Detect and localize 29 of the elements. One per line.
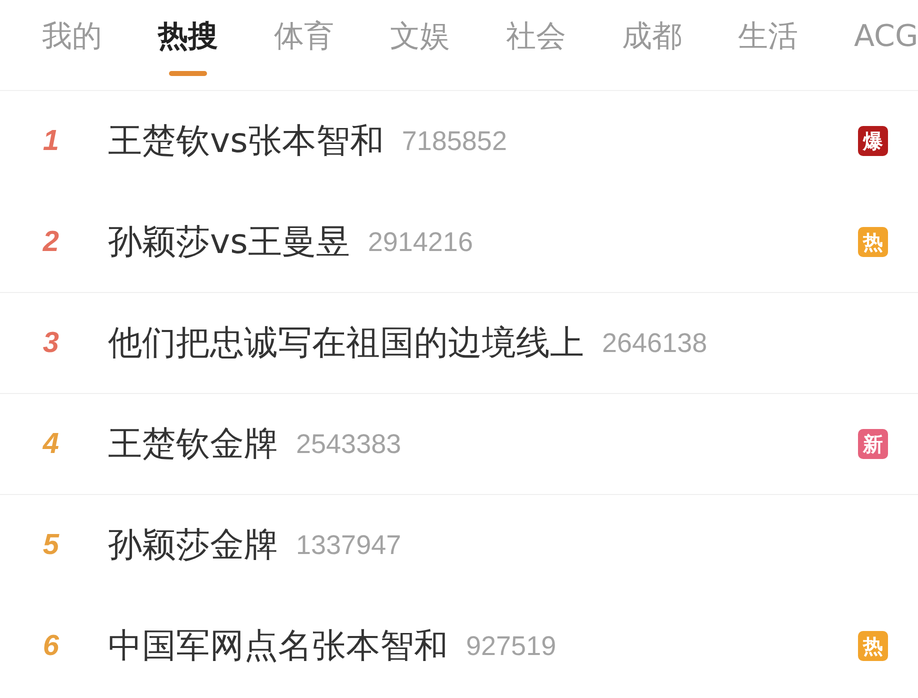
list-row[interactable]: 1 王楚钦vs张本智和 7185852 爆: [0, 91, 918, 192]
view-count: 2646138: [602, 328, 708, 358]
status-tag: 新: [858, 429, 888, 459]
view-count: 2914216: [368, 226, 473, 258]
rank-number: 6: [42, 630, 60, 662]
topic-title[interactable]: 王楚钦金牌: [108, 421, 278, 467]
topic-title[interactable]: 中国军网点名张本智和: [108, 623, 448, 669]
view-count: 7185852: [402, 126, 507, 156]
rank-number: 2: [42, 226, 60, 258]
rank-number: 4: [42, 428, 60, 460]
list-row[interactable]: 6 中国军网点名张本智和 927519 热: [0, 596, 918, 697]
topic-title[interactable]: 孙颖莎vs王曼昱: [108, 219, 350, 265]
list-row[interactable]: 3 他们把忠诚写在祖国的边境线上 2646138: [0, 293, 918, 394]
category-tab[interactable]: 热搜: [158, 0, 218, 90]
rank-number: 5: [42, 528, 60, 562]
status-tag: 爆: [858, 126, 888, 156]
list-row[interactable]: 4 王楚钦金牌 2543383 新: [0, 394, 918, 495]
topic-title[interactable]: 他们把忠诚写在祖国的边境线上: [108, 320, 584, 366]
topic-title[interactable]: 孙颖莎金牌: [108, 522, 278, 568]
list-row[interactable]: 2 孙颖莎vs王曼昱 2914216 热: [0, 192, 918, 293]
view-count: 927519: [466, 630, 556, 662]
view-count: 1337947: [296, 530, 402, 560]
topic-title[interactable]: 王楚钦vs张本智和: [108, 118, 384, 164]
status-tag: 热: [858, 631, 888, 661]
rank-number: 1: [42, 124, 60, 158]
status-tag: 热: [858, 227, 888, 257]
rank-number: 3: [42, 326, 60, 360]
list-row[interactable]: 5 孙颖莎金牌 1337947: [0, 495, 918, 596]
view-count: 2543383: [296, 428, 402, 460]
